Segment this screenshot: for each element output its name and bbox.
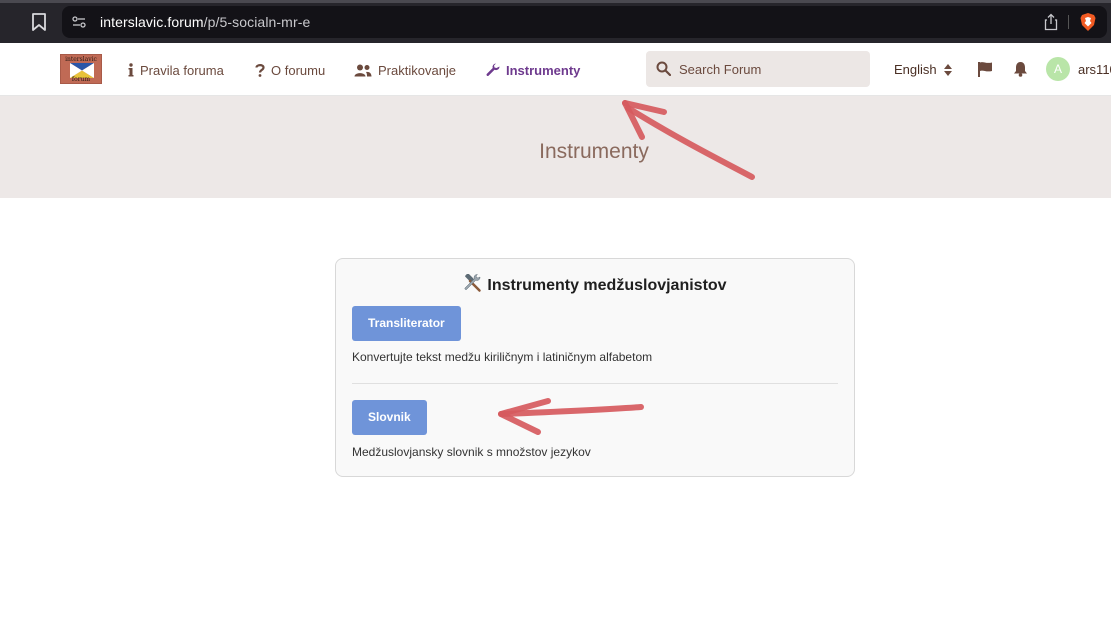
forum-logo[interactable]: interslavic forum [60, 54, 102, 84]
nav-tools-label: Instrumenty [506, 62, 581, 78]
slovnik-description: Medžuslovjansky slovnik s množstov jezyk… [352, 445, 591, 459]
bookmark-icon[interactable] [30, 12, 48, 32]
bell-icon[interactable] [1013, 61, 1028, 77]
search-box[interactable] [646, 51, 870, 87]
transliterator-button[interactable]: Transliterator [352, 306, 461, 341]
slovnik-button[interactable]: Slovnik [352, 400, 427, 435]
sort-arrows-icon [943, 63, 952, 76]
question-icon [255, 63, 265, 77]
forum-header: interslavic forum Pravila foruma O forum… [0, 43, 1111, 96]
address-bar[interactable]: interslavic.forum/p/5-socialn-mr-e [62, 6, 1107, 38]
logo-text-bottom: forum [71, 76, 91, 83]
search-icon [656, 61, 671, 76]
users-icon [354, 64, 372, 77]
logo-text-top: interslavic [65, 56, 97, 63]
share-icon[interactable] [1044, 13, 1058, 31]
url-host: interslavic.forum [100, 14, 204, 30]
avatar[interactable]: A [1046, 57, 1070, 81]
nav-tools[interactable]: Instrumenty [486, 61, 580, 79]
site-settings-icon[interactable] [71, 14, 87, 30]
nav-about[interactable]: O forumu [255, 61, 325, 79]
page-title: Instrumenty [539, 140, 649, 163]
nav-rules[interactable]: Pravila foruma [128, 61, 224, 79]
url-text: interslavic.forum/p/5-socialn-mr-e [100, 14, 310, 30]
nav-rules-label: Pravila foruma [140, 62, 224, 78]
flag-icon[interactable] [977, 61, 993, 77]
language-label: English [894, 62, 937, 77]
info-icon [128, 63, 134, 77]
tools-card: Instrumenty medžuslovjanistov Transliter… [335, 258, 855, 477]
browser-toolbar: interslavic.forum/p/5-socialn-mr-e [0, 0, 1111, 43]
language-select[interactable]: English [894, 62, 952, 77]
nav-practice-label: Praktikovanje [378, 62, 457, 78]
page-banner: Instrumenty [0, 96, 1111, 198]
wrench-icon [486, 63, 500, 77]
hammer-wrench-icon [465, 274, 482, 292]
card-title: Instrumenty medžuslovjanistov [336, 274, 854, 295]
url-path: /p/5-socialn-mr-e [203, 14, 311, 30]
transliterator-description: Konvertujte tekst medžu kiriličnym i lat… [352, 350, 653, 364]
card-title-text: Instrumenty medžuslovjanistov [487, 277, 727, 294]
card-divider [352, 383, 838, 384]
tab-strip-edge [0, 0, 1111, 3]
brave-shields-icon[interactable] [1079, 12, 1097, 32]
nav-about-label: O forumu [271, 62, 326, 78]
address-bar-divider [1068, 15, 1069, 29]
nav-practice[interactable]: Praktikovanje [354, 61, 456, 79]
search-input[interactable] [679, 51, 859, 87]
username[interactable]: ars110 [1078, 62, 1111, 77]
